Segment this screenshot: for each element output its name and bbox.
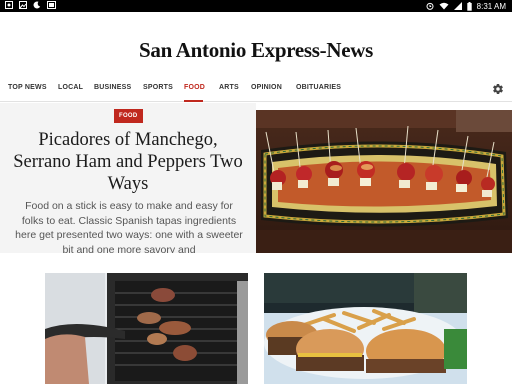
masthead: San Antonio Express-News [0,12,512,78]
gallery-icon [19,1,27,9]
featured-article-text[interactable]: FOOD Picadores of Manchego, Serrano Ham … [0,103,256,253]
nav-item-obituaries[interactable]: OBITUARIES [296,84,341,91]
nav-item-top-news[interactable]: TOP NEWS [8,84,47,91]
article-card-grill-photo[interactable] [45,273,248,384]
wifi-icon [439,2,449,10]
system-icons: 8:31 AM [426,0,506,12]
featured-article-photo[interactable] [256,110,512,253]
clock: 8:31 AM [476,1,506,11]
battery-icon [466,1,472,11]
nav-item-arts[interactable]: ARTS [219,84,239,91]
article-headline[interactable]: Picadores of Manchego, Serrano Ham and P… [8,129,248,195]
article-card-burger-photo[interactable] [264,273,467,384]
notification-icons [5,1,56,9]
moon-icon [33,1,41,9]
site-logo[interactable]: San Antonio Express-News [139,38,373,63]
signal-icon [453,2,462,10]
nav-item-food[interactable]: FOOD [184,84,205,91]
nav-item-local[interactable]: LOCAL [58,84,83,91]
nav-item-opinion[interactable]: OPINION [251,84,282,91]
alarm-icon [426,2,434,10]
section-nav: TOP NEWS LOCAL BUSINESS SPORTS FOOD ARTS… [0,78,512,102]
gear-icon[interactable] [492,83,504,95]
nav-item-business[interactable]: BUSINESS [94,84,131,91]
active-tab-indicator [184,100,203,102]
article-summary: Food on a stick is easy to make and easy… [15,200,243,253]
nav-item-sports[interactable]: SPORTS [143,84,173,91]
cast-icon [47,1,56,9]
category-tag[interactable]: FOOD [114,109,143,123]
status-bar: 8:31 AM [0,0,512,12]
photo-icon [5,1,13,9]
